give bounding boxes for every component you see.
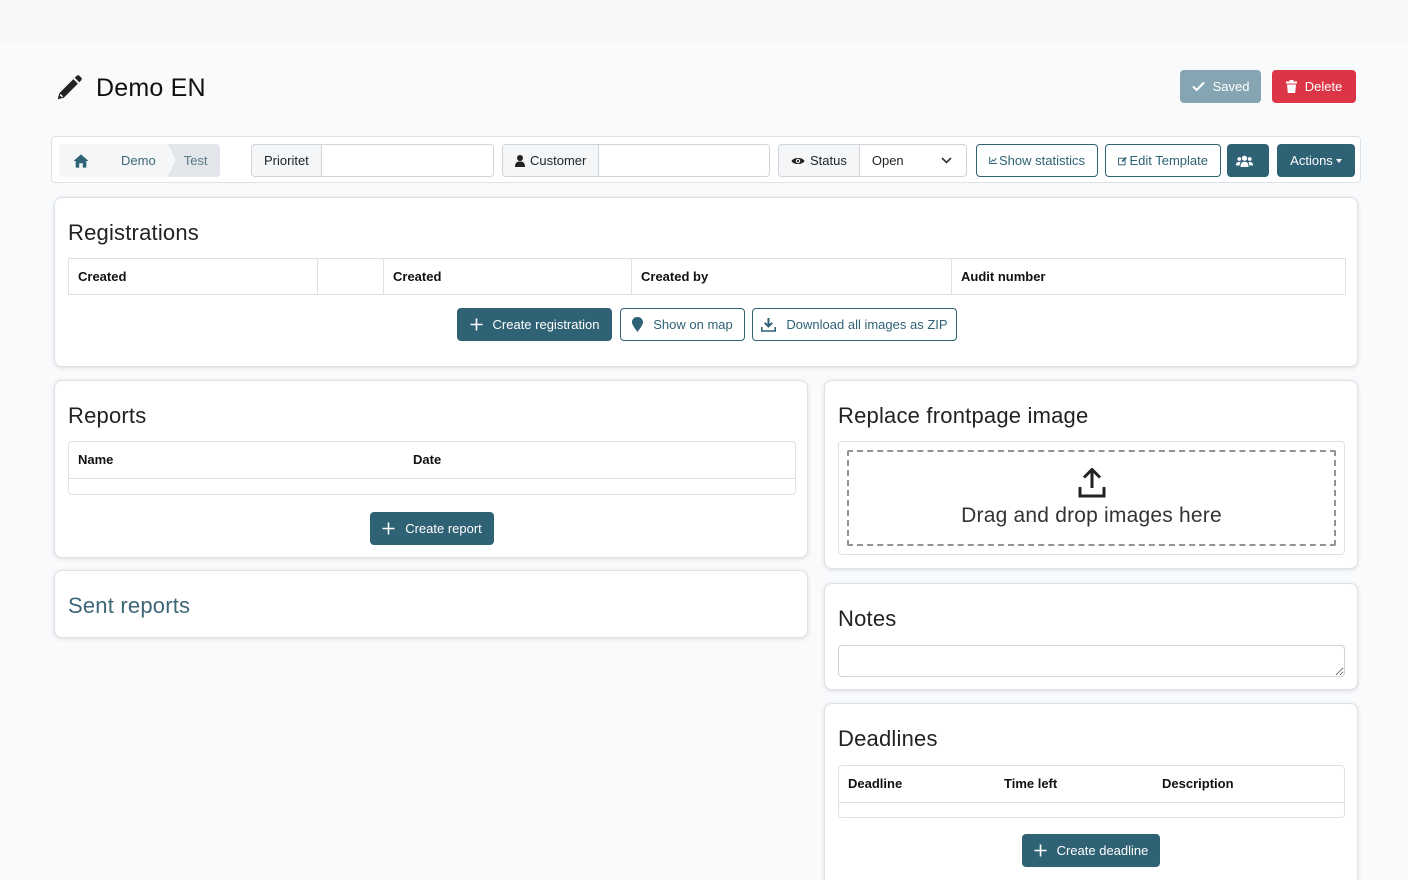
create-report-button[interactable]: Create report	[370, 512, 494, 545]
page-header: Demo EN	[54, 68, 206, 108]
breadcrumb-test-label: Test	[183, 153, 208, 168]
top-band	[0, 0, 1408, 44]
deadlines-header-row: Deadline Time left Description	[839, 766, 1344, 803]
status-group: Status Open	[778, 144, 967, 177]
download-icon	[761, 317, 777, 332]
toolbar: Demo Test Prioritet Customer Status Open…	[51, 136, 1361, 183]
registrations-table: Created Created Created by Audit number	[68, 258, 1346, 295]
delete-label: Delete	[1304, 79, 1343, 94]
edit-template-button[interactable]: Edit Template	[1105, 144, 1221, 177]
column-header[interactable]: Date	[404, 442, 795, 479]
download-zip-label: Download all images as ZIP	[786, 317, 948, 332]
customer-group: Customer	[502, 144, 770, 177]
users-icon	[1235, 155, 1253, 167]
create-registration-button[interactable]: Create registration	[457, 308, 612, 341]
deadlines-title: Deadlines	[838, 726, 938, 751]
breadcrumb-demo-label: Demo	[121, 153, 156, 168]
actions-label: Actions	[1290, 153, 1333, 168]
image-dropzone[interactable]: Drag and drop images here	[838, 441, 1345, 555]
user-icon	[515, 154, 525, 167]
eye-icon	[791, 157, 805, 164]
deadlines-card: Deadlines Deadline Time left Description…	[824, 703, 1358, 880]
column-header[interactable]: Audit number	[951, 258, 1346, 295]
chart-line-icon	[989, 156, 998, 165]
pencil-icon	[57, 75, 82, 100]
reports-header-row: Name Date	[69, 442, 795, 479]
edit-template-label: Edit Template	[1129, 153, 1208, 168]
column-header[interactable]: Time left	[995, 766, 1153, 803]
notes-card: Notes	[824, 583, 1358, 690]
priority-input[interactable]	[321, 145, 493, 176]
registrations-card: Registrations Created Created Created by…	[54, 197, 1358, 367]
breadcrumb-demo[interactable]: Demo	[103, 144, 176, 177]
plus-icon	[1034, 844, 1047, 857]
column-header[interactable]: Name	[69, 442, 404, 479]
column-header[interactable]	[317, 258, 384, 295]
column-header[interactable]: Description	[1153, 766, 1344, 803]
deadlines-table: Deadline Time left Description	[838, 765, 1345, 818]
chevron-down-icon	[941, 157, 952, 164]
saved-label: Saved	[1212, 79, 1250, 94]
show-statistics-label: Show statistics	[999, 153, 1085, 168]
reports-card: Reports Name Date Create report	[54, 380, 808, 558]
priority-label: Prioritet	[252, 145, 322, 176]
sent-reports-title[interactable]: Sent reports	[68, 593, 190, 619]
create-registration-label: Create registration	[492, 317, 600, 332]
upload-icon	[1078, 468, 1105, 498]
reports-title: Reports	[68, 403, 147, 428]
breadcrumb: Demo Test	[59, 144, 220, 177]
customer-label: Customer	[530, 153, 587, 168]
users-button[interactable]	[1227, 144, 1269, 177]
dropzone-text: Drag and drop images here	[961, 504, 1222, 527]
column-header[interactable]: Deadline	[839, 766, 995, 803]
show-on-map-button[interactable]: Show on map	[620, 308, 745, 341]
status-value: Open	[871, 153, 904, 168]
saved-button[interactable]: Saved	[1180, 70, 1261, 103]
column-header[interactable]: Created	[68, 258, 318, 295]
plus-icon	[382, 522, 395, 535]
create-deadline-label: Create deadline	[1056, 843, 1149, 858]
caret-down-icon	[1335, 158, 1342, 163]
registrations-title: Registrations	[68, 220, 199, 245]
reports-table: Name Date	[68, 441, 796, 495]
notes-title: Notes	[838, 606, 897, 631]
trash-icon	[1285, 80, 1297, 93]
show-statistics-button[interactable]: Show statistics	[976, 144, 1098, 177]
registrations-header-row: Created Created Created by Audit number	[68, 258, 1346, 295]
home-icon	[73, 153, 89, 168]
map-marker-icon	[632, 317, 644, 332]
page-title: Demo EN	[96, 73, 206, 102]
show-on-map-label: Show on map	[653, 317, 733, 332]
check-icon	[1191, 81, 1205, 92]
customer-label-box: Customer	[503, 145, 600, 176]
dropzone-area[interactable]: Drag and drop images here	[847, 450, 1336, 546]
create-report-label: Create report	[405, 521, 482, 536]
plus-icon	[470, 318, 483, 331]
download-zip-button[interactable]: Download all images as ZIP	[752, 308, 957, 341]
sent-reports-card: Sent reports	[54, 570, 808, 638]
status-label-box: Status	[779, 145, 860, 176]
notes-textarea[interactable]	[838, 645, 1345, 677]
column-header[interactable]: Created by	[631, 258, 952, 295]
actions-dropdown-button[interactable]: Actions	[1277, 144, 1355, 177]
create-deadline-button[interactable]: Create deadline	[1022, 834, 1160, 867]
frontpage-image-card: Replace frontpage image Drag and drop im…	[824, 380, 1358, 569]
status-label: Status	[810, 153, 847, 168]
customer-input[interactable]	[599, 145, 769, 176]
priority-group: Prioritet	[251, 144, 494, 177]
delete-button[interactable]: Delete	[1272, 70, 1356, 103]
edit-icon	[1118, 156, 1127, 165]
status-select[interactable]: Open	[860, 145, 966, 176]
frontpage-image-title: Replace frontpage image	[838, 403, 1089, 428]
breadcrumb-home[interactable]	[59, 144, 111, 177]
column-header[interactable]: Created	[383, 258, 632, 295]
